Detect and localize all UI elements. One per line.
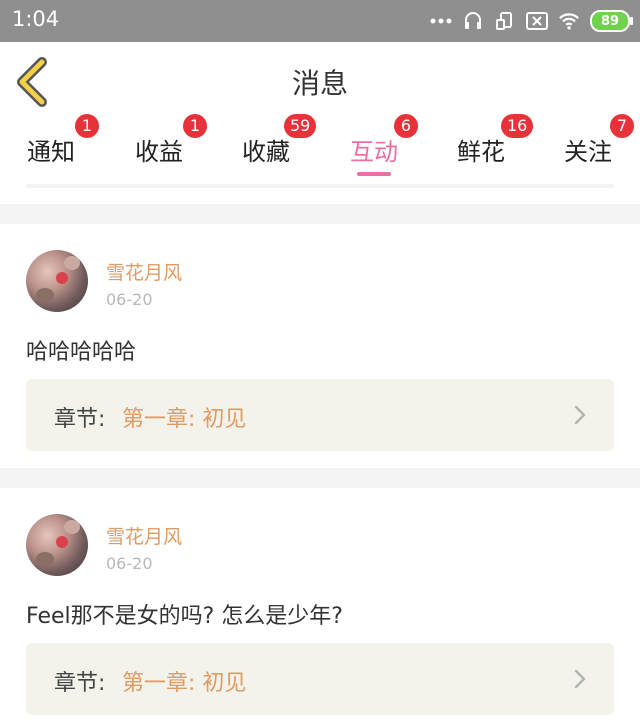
chapter-label: 章节: — [54, 407, 106, 432]
chapter-link[interactable]: 章节: 第一章: 初见 — [26, 643, 614, 715]
tab-scroll-indicator — [26, 184, 614, 188]
avatar[interactable] — [26, 514, 88, 576]
username[interactable]: 雪花月风 — [106, 522, 182, 549]
comment-text: Feel那不是女的吗? 怎么是少年? — [26, 604, 343, 629]
chapter-name: 第一章: 初见 — [122, 407, 247, 432]
tab-favorites[interactable]: 收藏 59 — [226, 114, 317, 180]
chapter-link[interactable]: 章节: 第一章: 初见 — [26, 379, 614, 451]
message-date: 06-20 — [106, 290, 153, 309]
avatar[interactable] — [26, 250, 88, 312]
tab-label: 关注 — [564, 138, 612, 166]
chapter-name: 第一章: 初见 — [122, 671, 247, 696]
tab-label: 收益 — [135, 138, 183, 166]
comment-text: 哈哈哈哈哈 — [26, 340, 137, 365]
tab-bar: 通知 1 收益 1 收藏 59 互动 6 鲜花 16 关注 7 — [0, 114, 640, 180]
chevron-right-icon — [574, 669, 586, 689]
message-card: 雪花月风 06-20 Feel那不是女的吗? 怎么是少年? 章节: 第一章: 初… — [0, 488, 640, 724]
username[interactable]: 雪花月风 — [106, 258, 182, 285]
wifi-icon — [558, 10, 580, 32]
chapter-label: 章节: — [54, 671, 106, 696]
tab-badge: 7 — [610, 114, 634, 138]
message-card: 雪花月风 06-20 哈哈哈哈哈 章节: 第一章: 初见 — [0, 224, 640, 468]
message-date: 06-20 — [106, 554, 153, 573]
status-time: 1:04 — [12, 7, 60, 31]
tab-badge: 1 — [75, 114, 99, 138]
tab-badge: 1 — [183, 114, 207, 138]
tab-badge: 16 — [501, 114, 534, 138]
tab-interaction[interactable]: 互动 6 — [334, 114, 418, 180]
headset-icon — [462, 10, 484, 32]
tab-badge: 6 — [394, 114, 418, 138]
battery-level: 89 — [600, 13, 620, 29]
tab-badge: 59 — [284, 114, 317, 138]
status-icons: 89 — [430, 8, 633, 34]
chevron-right-icon — [574, 405, 586, 425]
page-title: 消息 — [291, 67, 348, 100]
rotate-lock-icon — [494, 10, 516, 32]
more-dots-icon — [430, 10, 452, 32]
status-bar: 1:04 89 — [0, 0, 640, 42]
tab-notifications[interactable]: 通知 1 — [11, 114, 99, 180]
tab-earnings[interactable]: 收益 1 — [119, 114, 207, 180]
title-bar: 消息 — [0, 42, 640, 120]
section-divider — [0, 468, 640, 488]
sim-off-icon — [526, 10, 548, 32]
battery-icon: 89 — [590, 10, 633, 32]
tab-underline — [357, 172, 391, 176]
tab-label: 通知 — [27, 138, 75, 166]
section-divider — [0, 204, 640, 224]
tab-flowers[interactable]: 鲜花 16 — [441, 114, 534, 180]
tab-follow[interactable]: 关注 7 — [548, 114, 634, 180]
